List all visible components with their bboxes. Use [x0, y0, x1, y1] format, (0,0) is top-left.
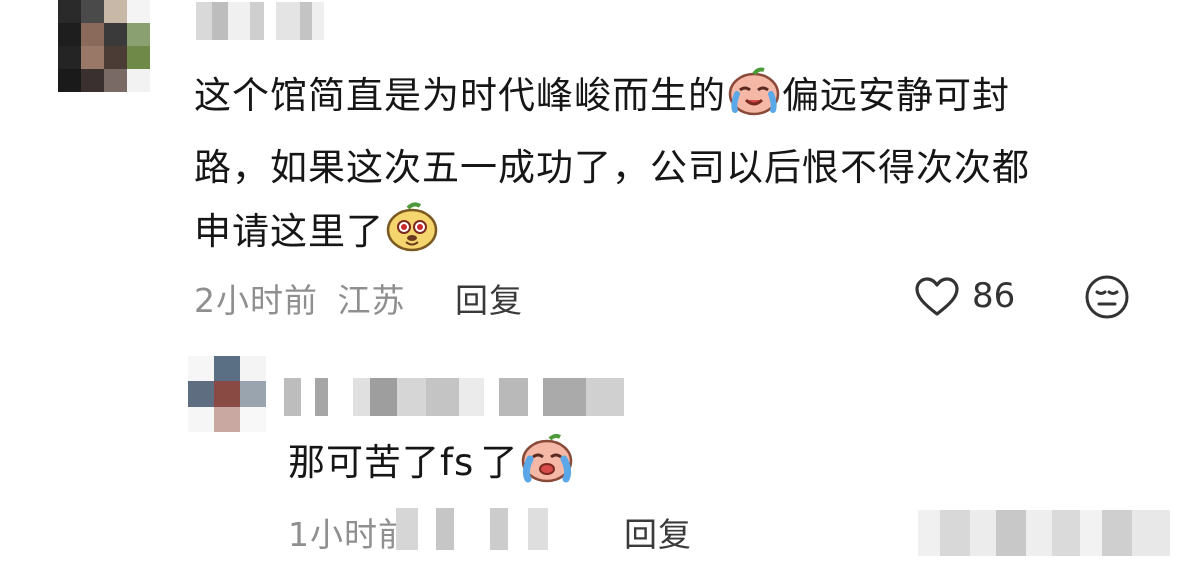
replier-avatar[interactable] — [188, 356, 266, 432]
replier-username[interactable] — [284, 378, 625, 416]
comment-meta: 2小时前 江苏 — [194, 274, 406, 322]
commenter-avatar[interactable] — [58, 0, 150, 92]
watermark-redacted — [918, 510, 1170, 556]
dislike-button[interactable] — [1084, 274, 1130, 324]
comment-text: 这个馆简直是为时代峰峻而生的 偏远安静可封 路，如果这次五一成功了，公司以后恨不… — [194, 64, 1124, 272]
dog-face-emoji — [386, 202, 438, 272]
reply-meta: 1小时前 — [288, 508, 412, 556]
reply-button[interactable]: 回复 — [455, 274, 523, 322]
crying-face-emoji — [728, 66, 780, 136]
heart-icon — [914, 277, 960, 322]
reply-text: 那可苦了fs 了 — [288, 432, 576, 492]
like-count: 86 — [972, 276, 1016, 316]
comment-time: 2小时前 — [194, 281, 318, 320]
reply-reply-button[interactable]: 回复 — [624, 508, 692, 556]
reply-location-redacted — [396, 508, 586, 550]
comment-location: 江苏 — [337, 281, 406, 320]
crying-face-emoji — [520, 433, 574, 492]
reply-time: 1小时前 — [288, 515, 412, 554]
like-button[interactable] — [914, 276, 960, 322]
meh-face-icon — [1084, 275, 1130, 324]
commenter-username[interactable] — [196, 2, 324, 40]
